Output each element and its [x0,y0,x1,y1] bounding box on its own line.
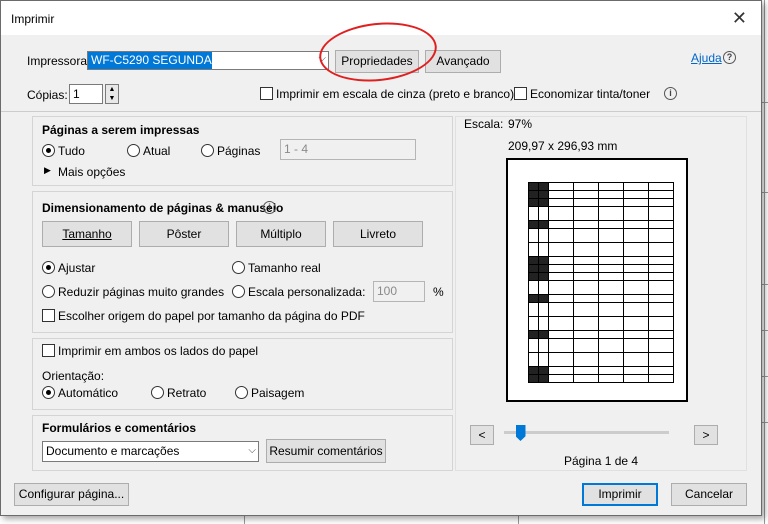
print-button[interactable]: Imprimir [582,483,658,506]
orientation-landscape-label: Paisagem [251,386,305,400]
pages-range-label: Páginas [217,144,261,158]
pages-range-field[interactable]: 1 - 4 [280,139,416,160]
duplex-panel: Imprimir em ambos os lados do papel Orie… [32,338,453,410]
copies-stepper[interactable]: ▲ ▼ [105,84,119,104]
pages-range-radio[interactable] [201,144,214,157]
page-status: Página 1 de 4 [564,454,639,468]
orientation-portrait-label: Retrato [167,386,207,400]
printer-selected-value: WF-C5290 SEGUNDA [88,52,212,69]
print-dialog: Imprimir ✕ Impressora: WF-C5290 SEGUNDA … [0,0,762,516]
save-ink-checkbox[interactable] [514,87,527,100]
custom-scale-radio[interactable] [232,285,245,298]
pages-panel: Páginas a serem impressas Tudo Atual Pág… [32,116,453,186]
orientation-label: Orientação: [42,369,105,383]
page-preview [506,158,688,402]
orientation-auto-label: Automático [58,386,119,400]
actual-size-label: Tamanho real [248,261,321,275]
scale-label: Escala: [464,117,504,131]
page-slider-track[interactable] [504,431,669,434]
fit-radio[interactable] [42,261,55,274]
paper-source-label: Escolher origem do papel por tamanho da … [58,309,365,323]
fit-label: Ajustar [58,261,96,275]
comments-selected-value: Documento e marcações [46,444,180,458]
summarize-comments-button[interactable]: Resumir comentários [266,439,386,463]
paper-source-checkbox[interactable] [42,309,55,322]
page-setup-button[interactable]: Configurar página... [14,483,129,506]
copies-label: Cópias: [27,88,68,102]
scale-value: 97% [508,117,533,131]
tab-poster[interactable]: Pôster [139,221,229,247]
shrink-label: Reduzir páginas muito grandes [58,285,225,299]
both-sides-checkbox[interactable] [42,344,55,357]
next-page-button[interactable]: > [694,425,718,445]
grayscale-label: Imprimir em escala de cinza (preto e bra… [276,87,515,101]
comments-heading: Formulários e comentários [42,421,197,435]
comments-select[interactable]: Documento e marcações ⌵ [42,441,259,462]
dialog-title: Imprimir [11,12,55,26]
more-options-link[interactable]: Mais opções [58,165,125,179]
grayscale-checkbox[interactable] [260,87,273,100]
shrink-radio[interactable] [42,285,55,298]
tab-booklet[interactable]: Livreto [333,221,423,247]
both-sides-label: Imprimir em ambos os lados do papel [58,344,259,358]
cancel-button[interactable]: Cancelar [671,483,747,506]
help-info-icon[interactable]: ? [723,51,736,64]
sizing-heading: Dimensionamento de páginas & manuseio [42,201,284,215]
page-dimensions: 209,97 x 296,93 mm [508,139,618,153]
pages-all-radio[interactable] [42,144,55,157]
copies-field[interactable]: 1 [69,84,103,104]
custom-scale-field[interactable]: 100 [373,281,425,302]
prev-page-button[interactable]: < [470,425,494,445]
save-ink-info-icon[interactable]: i [664,87,677,100]
tab-multiple[interactable]: Múltiplo [236,221,326,247]
close-icon[interactable]: ✕ [732,8,747,29]
pages-current-label: Atual [143,144,171,158]
orientation-portrait-radio[interactable] [151,386,164,399]
sizing-panel: Dimensionamento de páginas & manuseio i … [32,191,453,333]
comments-panel: Formulários e comentários Documento e ma… [32,415,453,471]
expand-triangle-icon[interactable]: ▶ [44,165,51,176]
divider [1,111,761,112]
pages-all-label: Tudo [58,144,85,158]
chevron-down-icon: ⌵ [248,445,256,456]
pages-heading: Páginas a serem impressas [42,123,200,137]
tab-size[interactable]: Tamanho [42,221,132,247]
orientation-auto-radio[interactable] [42,386,55,399]
advanced-button[interactable]: Avançado [425,50,501,73]
custom-scale-label: Escala personalizada: [248,285,366,299]
sizing-info-icon[interactable]: i [263,201,276,214]
printer-label: Impressora: [27,54,91,68]
pages-current-radio[interactable] [127,144,140,157]
orientation-landscape-radio[interactable] [235,386,248,399]
printer-select[interactable]: WF-C5290 SEGUNDA ⌵ [87,51,329,70]
help-link[interactable]: Ajuda [691,51,722,65]
percent-label: % [433,285,444,299]
preview-table [528,182,674,383]
actual-size-radio[interactable] [232,261,245,274]
save-ink-label: Economizar tinta/toner [530,87,651,101]
